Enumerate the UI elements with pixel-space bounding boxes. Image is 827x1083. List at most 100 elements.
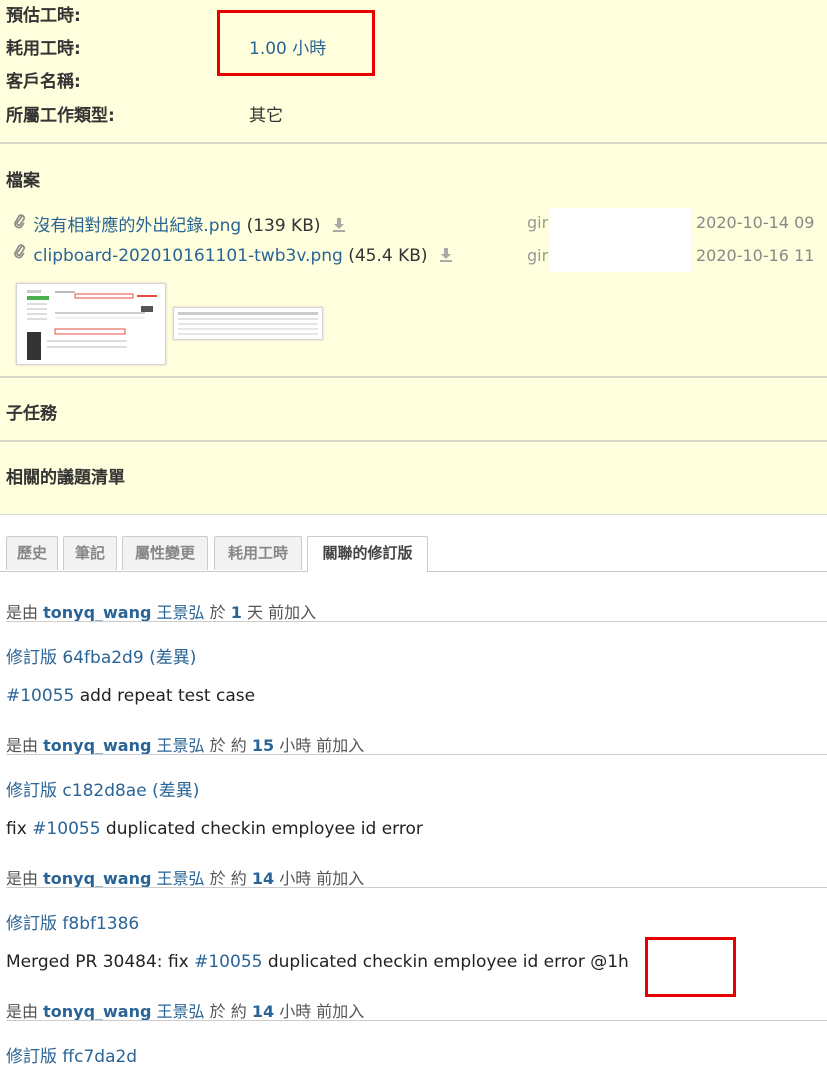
user-name: 王景弘 — [156, 869, 205, 888]
user-login: tonyq_wang — [43, 603, 152, 622]
user-name: 王景弘 — [156, 603, 205, 622]
journal-mid: 於 — [209, 603, 226, 622]
user-link[interactable]: tonyq_wang 王景弘 — [43, 1002, 204, 1021]
attachment-size: (45.4 KB) — [348, 246, 428, 266]
diff-link[interactable]: (差異) — [152, 781, 199, 801]
commit-message: Merged PR 30484: fix #10055 duplicated c… — [6, 952, 629, 972]
journal-prefix: 是由 — [6, 869, 39, 888]
commit-text: fix — [6, 819, 33, 839]
revision-line: 修訂版 c182d8ae (差異) — [6, 776, 199, 801]
time-ago-link[interactable]: 15 — [252, 736, 274, 755]
tab-time-entries[interactable]: 耗用工時 — [214, 536, 302, 570]
download-icon[interactable] — [332, 217, 346, 233]
revision-label-link[interactable]: 修訂版 — [6, 914, 57, 934]
time-ago-link[interactable]: 1 — [231, 603, 242, 622]
journal-header: 是由 tonyq_wang 王景弘 於 1 天 前加入 — [6, 599, 316, 623]
journal-prefix: 是由 — [6, 1002, 39, 1021]
attr-label-spent-hours: 耗用工時: — [6, 39, 81, 59]
thumbnail-image — [174, 308, 322, 339]
revision-id-link[interactable]: c182d8ae — [62, 781, 146, 801]
journal-header: 是由 tonyq_wang 王景弘 於 約 15 小時 前加入 — [6, 732, 364, 756]
work-type-value: 其它 — [249, 106, 283, 126]
user-name: 王景弘 — [156, 736, 205, 755]
commit-text: duplicated checkin employee id error — [100, 819, 423, 839]
time-ago-link[interactable]: 14 — [252, 869, 274, 888]
revision-label-link[interactable]: 修訂版 — [6, 1047, 57, 1067]
journal-prefix: 是由 — [6, 603, 39, 622]
journal-suffix: 小時 前加入 — [279, 736, 365, 755]
revision-id-link[interactable]: f8bf1386 — [62, 914, 139, 934]
download-icon[interactable] — [439, 247, 453, 263]
attachment-row: clipboard-202010161101-twb3v.png (45.4 K… — [12, 243, 453, 267]
time-ago-value: 15 — [251, 736, 275, 755]
divider — [0, 142, 827, 144]
journal-separator — [6, 887, 827, 888]
related-issues-title: 相關的議題清單 — [6, 468, 125, 488]
attr-label-estimated-hours: 預估工時: — [6, 6, 81, 26]
attachment-date: 2020-10-14 09 — [696, 213, 815, 232]
issue-link[interactable]: #10055 — [32, 819, 100, 839]
revision-label-link[interactable]: 修訂版 — [6, 781, 57, 801]
highlight-box — [645, 937, 736, 997]
thumbnail-image — [17, 284, 165, 364]
highlight-box — [217, 10, 375, 76]
divider — [0, 376, 827, 378]
divider — [0, 440, 827, 442]
files-title: 檔案 — [6, 171, 40, 191]
commit-message: fix #10055 duplicated checkin employee i… — [6, 819, 423, 839]
paperclip-icon — [12, 213, 28, 236]
revision-line: 修訂版 64fba2d9 (差異) — [6, 643, 196, 668]
redaction-mask — [549, 208, 691, 240]
tab-history[interactable]: 歷史 — [6, 536, 58, 570]
tab-property-changes[interactable]: 屬性變更 — [122, 536, 208, 570]
journal-mid: 於 約 — [209, 1002, 247, 1021]
commit-text: Merged PR 30484: fix — [6, 952, 195, 972]
history-tabs: 歷史 筆記 屬性變更 耗用工時 關聯的修訂版 — [0, 536, 827, 572]
attachment-date: 2020-10-16 11 — [696, 246, 815, 265]
time-ago-value: 1 — [230, 603, 242, 622]
commit-message: #10055 add repeat test case — [6, 686, 255, 706]
user-name: 王景弘 — [156, 1002, 205, 1021]
journal-header: 是由 tonyq_wang 王景弘 於 約 14 小時 前加入 — [6, 865, 364, 889]
attachment-thumbnail[interactable] — [173, 307, 323, 340]
issue-link[interactable]: #10055 — [194, 952, 262, 972]
attachment-link[interactable]: clipboard-202010161101-twb3v.png — [33, 246, 342, 266]
attachment-size: (139 KB) — [246, 216, 321, 236]
journal-mid: 於 約 — [209, 736, 247, 755]
attr-label-work-type: 所屬工作類型: — [6, 106, 115, 126]
redaction-mask — [549, 240, 691, 272]
attr-label-customer: 客戶名稱: — [6, 72, 81, 92]
revision-label-link[interactable]: 修訂版 — [6, 648, 57, 668]
user-login: tonyq_wang — [43, 869, 152, 888]
attachment-link[interactable]: 沒有相對應的外出紀錄.png — [33, 216, 241, 236]
tab-notes[interactable]: 筆記 — [63, 536, 117, 570]
user-link[interactable]: tonyq_wang 王景弘 — [43, 736, 204, 755]
revision-id-link[interactable]: 64fba2d9 — [62, 648, 143, 668]
revision-line: 修訂版 f8bf1386 — [6, 909, 139, 934]
paperclip-icon — [12, 243, 28, 266]
diff-link[interactable]: (差異) — [149, 648, 196, 668]
attachment-author: gir — [527, 246, 549, 265]
attachment-author: gir — [527, 213, 549, 232]
subtasks-title: 子任務 — [6, 404, 57, 424]
journal-separator — [6, 1020, 827, 1021]
journal-prefix: 是由 — [6, 736, 39, 755]
journal-suffix: 小時 前加入 — [279, 869, 365, 888]
commit-text: duplicated checkin employee id error @1h — [262, 952, 629, 972]
user-link[interactable]: tonyq_wang 王景弘 — [43, 603, 204, 622]
time-ago-value: 14 — [251, 869, 275, 888]
time-ago-value: 14 — [251, 1002, 275, 1021]
user-link[interactable]: tonyq_wang 王景弘 — [43, 869, 204, 888]
tab-associated-revisions[interactable]: 關聯的修訂版 — [307, 536, 428, 572]
journal-suffix: 小時 前加入 — [279, 1002, 365, 1021]
time-ago-link[interactable]: 14 — [252, 1002, 274, 1021]
issue-link[interactable]: #10055 — [6, 686, 74, 706]
journal-separator — [6, 621, 827, 622]
journal-header: 是由 tonyq_wang 王景弘 於 約 14 小時 前加入 — [6, 998, 364, 1022]
commit-text: add repeat test case — [74, 686, 256, 706]
journal-mid: 於 約 — [209, 869, 247, 888]
user-login: tonyq_wang — [43, 1002, 152, 1021]
attachment-row: 沒有相對應的外出紀錄.png (139 KB) — [12, 211, 346, 236]
attachment-thumbnail[interactable] — [16, 283, 166, 365]
revision-id-link[interactable]: ffc7da2d — [62, 1047, 137, 1067]
